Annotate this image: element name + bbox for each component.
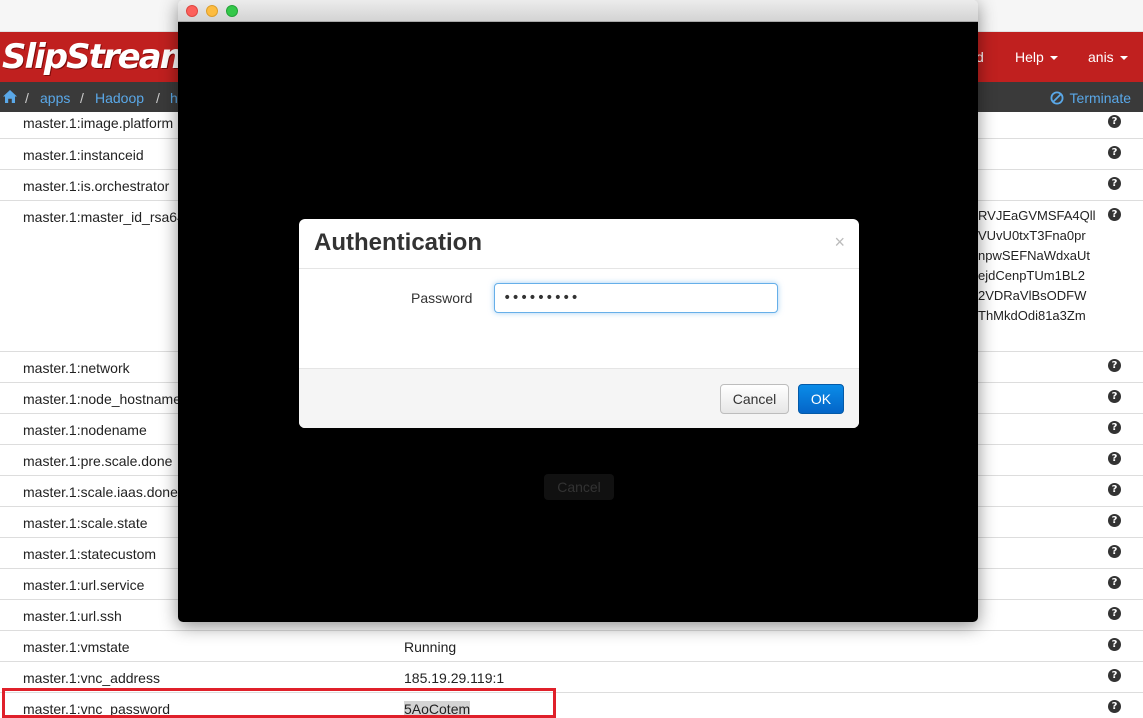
rsa-fragment: ThMkdOdi81a3Zm (978, 308, 1086, 323)
help-icon[interactable]: ? (1108, 669, 1121, 682)
rsa-fragment: 2VDRaVlBsODFW (978, 288, 1087, 303)
rsa-fragment: npwSEFNaWdxaUt (978, 248, 1090, 263)
breadcrumb-separator: / (80, 90, 84, 106)
row-key: master.1:vnc_address (23, 670, 160, 686)
ok-button[interactable]: OK (798, 384, 844, 414)
row-key: master.1:is.orchestrator (23, 178, 170, 194)
close-window-icon[interactable] (186, 5, 198, 17)
rsa-fragment: VUvU0txT3Fna0pr (978, 228, 1086, 243)
cancel-button[interactable]: Cancel (720, 384, 789, 414)
help-menu-label: Help (1015, 49, 1044, 65)
breadcrumb-current[interactable]: h (170, 90, 178, 106)
help-icon[interactable]: ? (1108, 421, 1121, 434)
help-icon[interactable]: ? (1108, 115, 1121, 128)
close-icon[interactable]: × (834, 232, 845, 253)
zoom-window-icon[interactable] (226, 5, 238, 17)
chevron-down-icon (1119, 56, 1128, 61)
help-icon[interactable]: ? (1108, 390, 1121, 403)
user-menu-label: anis (1088, 49, 1114, 65)
help-icon[interactable]: ? (1108, 607, 1121, 620)
help-menu[interactable]: Help (1015, 49, 1058, 65)
background-cancel-button: Cancel (544, 474, 614, 500)
row-value: Running (404, 639, 457, 655)
user-menu[interactable]: anis (1088, 49, 1128, 65)
help-icon[interactable]: ? (1108, 483, 1121, 496)
row-key: master.1:node_hostname (23, 391, 181, 407)
terminate-label: Terminate (1069, 90, 1131, 106)
row-key: master.1:instanceid (23, 147, 144, 163)
row-key: master.1:vmstate (23, 639, 130, 655)
row-key: master.1:nodename (23, 422, 147, 438)
ban-icon (1050, 91, 1064, 105)
window-titlebar[interactable] (178, 0, 978, 22)
dialog-title: Authentication (314, 229, 482, 256)
breadcrumb-separator: / (25, 90, 29, 106)
table-row: master.1:vmstate Running ? (0, 630, 1143, 661)
row-key: master.1:master_id_rsa64 (23, 209, 185, 225)
password-field[interactable] (494, 283, 778, 313)
help-icon[interactable]: ? (1108, 452, 1121, 465)
row-key: master.1:pre.scale.done (23, 453, 173, 469)
help-icon[interactable]: ? (1108, 208, 1121, 221)
minimize-window-icon[interactable] (206, 5, 218, 17)
help-icon[interactable]: ? (1108, 576, 1121, 589)
help-icon[interactable]: ? (1108, 700, 1121, 713)
help-icon[interactable]: ? (1108, 177, 1121, 190)
dialog-footer: Cancel OK (299, 368, 859, 428)
row-key: master.1:scale.iaas.done (23, 484, 178, 500)
dialog-header: Authentication × (299, 219, 859, 269)
home-icon[interactable] (2, 89, 18, 104)
highlight-box (2, 688, 556, 718)
row-key: master.1:url.service (23, 577, 145, 593)
authentication-dialog: Authentication × Password Cancel OK (299, 219, 859, 428)
row-key: master.1:statecustom (23, 546, 157, 562)
breadcrumb-apps[interactable]: apps (40, 90, 70, 106)
row-key: master.1:network (23, 360, 130, 376)
password-label: Password (411, 290, 473, 306)
logo[interactable]: SlipStream. (2, 37, 206, 77)
help-icon[interactable]: ? (1108, 545, 1121, 558)
terminate-button[interactable]: Terminate (1050, 90, 1131, 106)
row-value: 185.19.29.119:1 (404, 670, 505, 686)
row-key: master.1:image.platform (23, 115, 174, 131)
help-icon[interactable]: ? (1108, 146, 1121, 159)
row-key: master.1:scale.state (23, 515, 148, 531)
breadcrumb-hadoop[interactable]: Hadoop (95, 90, 144, 106)
help-icon[interactable]: ? (1108, 359, 1121, 372)
help-icon[interactable]: ? (1108, 514, 1121, 527)
row-key: master.1:url.ssh (23, 608, 122, 624)
rsa-fragment: RVJEaGVMSFA4Qll (978, 208, 1096, 223)
rsa-fragment: ejdCenpTUm1BL2 (978, 268, 1085, 283)
help-icon[interactable]: ? (1108, 638, 1121, 651)
breadcrumb-separator: / (156, 90, 160, 106)
chevron-down-icon (1049, 56, 1058, 61)
